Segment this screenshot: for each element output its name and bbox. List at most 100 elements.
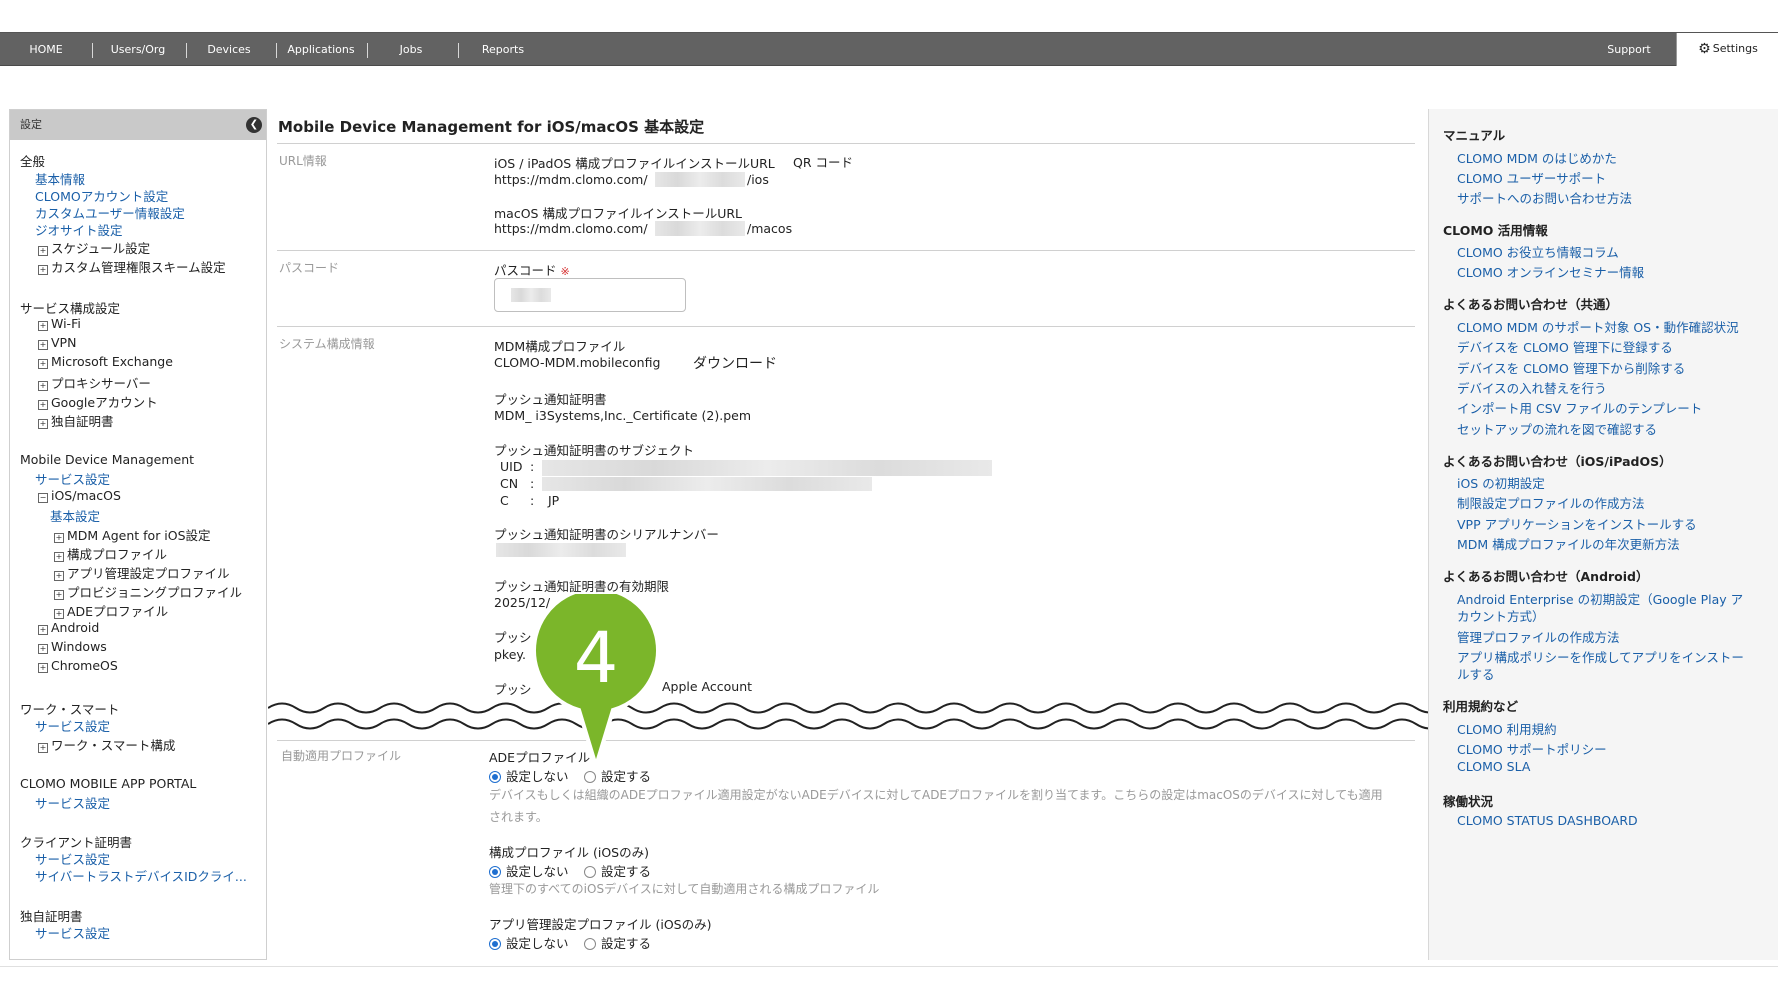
sidebar-item-own-cert-service[interactable]: サービス設定: [35, 923, 110, 942]
sidebar-item-mdm-service[interactable]: サービス設定: [35, 469, 110, 488]
sidebar-item-basic-settings[interactable]: 基本設定: [50, 506, 100, 525]
sidebar-item-work-smart-config[interactable]: + ワーク・スマート構成: [38, 735, 175, 754]
sidebar-item-cybertrust[interactable]: サイバートラストデバイスIDクライ...: [35, 866, 247, 885]
sidebar-item-ios-macos[interactable]: − iOS/macOS: [38, 488, 121, 503]
help-link[interactable]: CLOMO 利用規約: [1457, 719, 1557, 738]
nav-jobs[interactable]: Jobs: [380, 33, 442, 66]
mdm-profile-label: MDM構成プロファイル: [494, 339, 626, 354]
download-link[interactable]: ダウンロード: [693, 353, 777, 373]
help-link[interactable]: 制限設定プロファイルの作成方法: [1457, 493, 1645, 512]
sidebar-item-schedule[interactable]: + スケジュール設定: [38, 238, 150, 257]
nav-separator: [186, 43, 187, 58]
help-link[interactable]: iOS の初期設定: [1457, 473, 1545, 492]
help-link[interactable]: インポート用 CSV ファイルのテンプレート: [1457, 398, 1702, 417]
help-faq-android-title: よくあるお問い合わせ（Android）: [1443, 569, 1649, 584]
help-link[interactable]: デバイスの入れ替えを行う: [1457, 378, 1607, 397]
sidebar-item-google-account[interactable]: + Googleアカウント: [38, 392, 158, 411]
sidebar-item-android[interactable]: + Android: [38, 620, 99, 635]
help-link[interactable]: CLOMO オンラインセミナー情報: [1457, 262, 1644, 281]
help-link[interactable]: セットアップの流れを図で確認する: [1457, 419, 1657, 438]
sidebar-item-work-smart-service[interactable]: サービス設定: [35, 716, 110, 735]
help-link[interactable]: CLOMO お役立ち情報コラム: [1457, 242, 1619, 261]
chevron-left-icon: ❮: [249, 119, 259, 130]
help-link[interactable]: CLOMO MDM のはじめかた: [1457, 148, 1617, 167]
radio-unselected[interactable]: [584, 866, 596, 878]
help-link[interactable]: VPP アプリケーションをインストールする: [1457, 514, 1697, 533]
help-link-continued[interactable]: ルする: [1457, 664, 1495, 683]
help-terms-title: 利用規約など: [1443, 699, 1519, 714]
help-link[interactable]: アプリ構成ポリシーを作成してアプリをインストー: [1457, 647, 1744, 666]
step-badge: 4: [533, 594, 659, 770]
ios-url-prefix: https://mdm.clomo.com/: [494, 172, 648, 187]
config-radio-off[interactable]: 設定しない: [489, 861, 569, 880]
sidebar-item-geosite[interactable]: ジオサイト設定: [35, 220, 123, 239]
help-link-continued[interactable]: カウント方式）: [1457, 606, 1545, 625]
nav-home[interactable]: HOME: [20, 33, 72, 66]
expand-plus-icon: +: [38, 340, 48, 350]
sidebar-section-service-config: サービス構成設定: [20, 301, 121, 316]
ios-url-label: iOS / iPadOS 構成プロファイルインストールURL: [494, 156, 775, 171]
nav-devices[interactable]: Devices: [198, 33, 260, 66]
passcode-input[interactable]: [494, 278, 686, 312]
config-profile-label: 構成プロファイル (iOSのみ): [489, 845, 649, 860]
sidebar-item-wifi[interactable]: + Wi-Fi: [38, 316, 81, 331]
help-link[interactable]: CLOMO サポートポリシー: [1457, 739, 1607, 758]
subject-colon: :: [530, 476, 535, 491]
app-radio-on[interactable]: 設定する: [584, 933, 651, 952]
radio-selected[interactable]: [489, 938, 501, 950]
passcode-label-text: パスコード: [494, 263, 557, 278]
nav-users-org[interactable]: Users/Org: [104, 33, 172, 66]
radio-unselected[interactable]: [584, 938, 596, 950]
sidebar-header: 設定 ❮: [10, 110, 266, 140]
sidebar-item-proxy[interactable]: + プロキシサーバー: [38, 373, 151, 392]
help-link[interactable]: CLOMO SLA: [1457, 759, 1530, 774]
account-label-suffix: Apple Account: [662, 679, 753, 694]
sidebar-item-label: iOS/macOS: [51, 488, 121, 503]
expand-plus-icon: +: [38, 644, 48, 654]
nav-separator: [367, 43, 368, 58]
sidebar-item-config-profile[interactable]: + 構成プロファイル: [54, 544, 167, 563]
help-link[interactable]: CLOMO MDM のサポート対象 OS・動作確認状況: [1457, 317, 1739, 336]
auto-section-label: 自動適用プロファイル: [281, 749, 402, 763]
help-link[interactable]: 管理プロファイルの作成方法: [1457, 627, 1620, 646]
sidebar-item-exchange[interactable]: + Microsoft Exchange: [38, 354, 173, 369]
push-key-label: プッシ: [494, 630, 532, 645]
app-radio-off[interactable]: 設定しない: [489, 933, 569, 952]
help-link[interactable]: CLOMO STATUS DASHBOARD: [1457, 813, 1638, 828]
passcode-field-label: パスコード ※: [494, 260, 570, 279]
sidebar-item-vpn[interactable]: + VPN: [38, 335, 76, 350]
config-help: 管理下のすべてのiOSデバイスに対して自動適用される構成プロファイル: [489, 882, 880, 896]
sidebar-item-label: ADEプロファイル: [67, 604, 169, 619]
help-link[interactable]: サポートへのお問い合わせ方法: [1457, 188, 1632, 207]
redacted-passcode: [511, 288, 551, 302]
help-link[interactable]: CLOMO ユーザーサポート: [1457, 168, 1606, 187]
expand-plus-icon: +: [38, 743, 48, 753]
help-link[interactable]: MDM 構成プロファイルの年次更新方法: [1457, 534, 1680, 553]
required-mark: ※: [560, 265, 570, 278]
help-link[interactable]: デバイスを CLOMO 管理下に登録する: [1457, 337, 1673, 356]
sidebar-item-own-cert[interactable]: + 独自証明書: [38, 411, 114, 430]
sidebar-item-provisioning[interactable]: + プロビジョニングプロファイル: [54, 582, 242, 601]
help-link[interactable]: デバイスを CLOMO 管理下から削除する: [1457, 358, 1685, 377]
radio-selected[interactable]: [489, 771, 501, 783]
nav-reports[interactable]: Reports: [472, 33, 534, 66]
radio-unselected[interactable]: [584, 771, 596, 783]
qr-code-link[interactable]: QR コード: [793, 152, 853, 171]
sidebar-section-app-portal: CLOMO MOBILE APP PORTAL: [20, 776, 197, 791]
sidebar-item-chromeos[interactable]: + ChromeOS: [38, 658, 118, 673]
sidebar-item-label: Googleアカウント: [51, 395, 158, 410]
expand-plus-icon: +: [54, 609, 64, 619]
config-radio-on[interactable]: 設定する: [584, 861, 651, 880]
sidebar-item-portal-service[interactable]: サービス設定: [35, 793, 110, 812]
redacted-ios-id: [655, 172, 745, 187]
sidebar-item-app-profile[interactable]: + アプリ管理設定プロファイル: [54, 563, 230, 582]
nav-support[interactable]: Support: [1598, 33, 1660, 66]
nav-applications[interactable]: Applications: [284, 33, 358, 66]
sidebar-item-custom-permission[interactable]: + カスタム管理権限スキーム設定: [38, 257, 226, 276]
collapse-sidebar-button[interactable]: ❮: [246, 117, 262, 133]
radio-selected[interactable]: [489, 866, 501, 878]
sidebar-item-ade-profile[interactable]: + ADEプロファイル: [54, 601, 168, 620]
sidebar-item-windows[interactable]: + Windows: [38, 639, 107, 654]
sidebar-item-mdm-agent[interactable]: + MDM Agent for iOS設定: [54, 525, 211, 544]
nav-settings-tab[interactable]: ⚙ Settings: [1676, 33, 1778, 66]
